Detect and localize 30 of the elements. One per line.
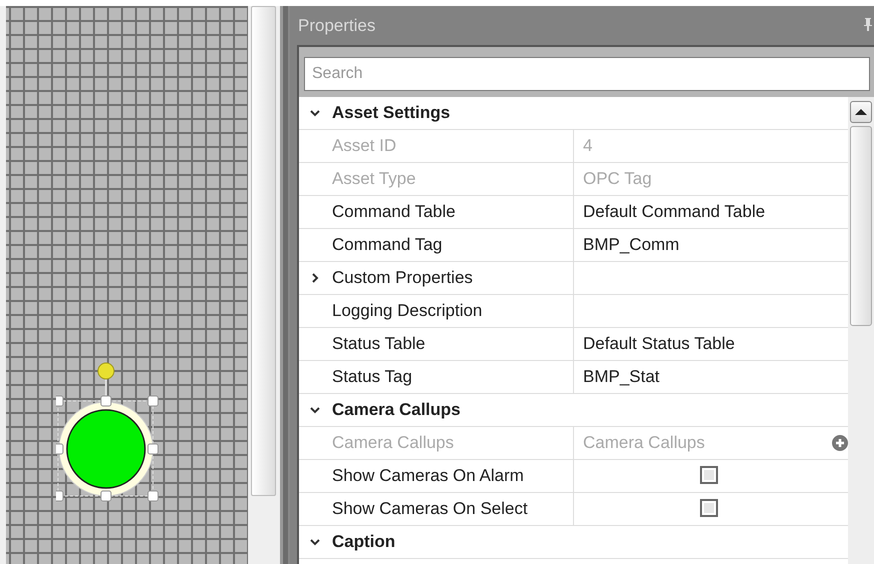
indicator-drawing[interactable]	[56, 362, 158, 502]
property-name: Command Table	[332, 202, 456, 222]
property-name: Logging Description	[332, 301, 482, 321]
category-header[interactable]: Asset Settings	[332, 103, 450, 123]
property-name: Asset ID	[332, 136, 396, 156]
property-name: Show Cameras On Select	[332, 499, 528, 519]
property-value[interactable]: Default Status Table	[583, 334, 735, 354]
property-value[interactable]: BMP_Comm	[583, 235, 680, 255]
pin-icon[interactable]	[864, 16, 872, 30]
panel-title: Properties	[298, 16, 376, 36]
search-field[interactable]: Search	[304, 57, 870, 91]
checkbox[interactable]	[700, 466, 718, 484]
property-name: Show Cameras On Alarm	[332, 466, 524, 486]
property-name: Command Tag	[332, 235, 442, 255]
scroll-up-button[interactable]	[850, 101, 872, 123]
scrollbar-thumb[interactable]	[850, 126, 872, 326]
add-icon[interactable]	[832, 435, 848, 451]
property-name: Status Table	[332, 334, 426, 354]
property-name: Asset Type	[332, 169, 416, 189]
property-value[interactable]: BMP_Stat	[583, 367, 660, 387]
property-value[interactable]: Default Command Table	[583, 202, 766, 222]
category-header[interactable]: Caption	[332, 532, 396, 552]
property-name: Camera Callups	[332, 433, 454, 453]
category-header[interactable]: Camera Callups	[332, 400, 460, 420]
checkbox[interactable]	[700, 499, 718, 517]
scrollbar-thumb[interactable]	[251, 6, 276, 496]
up-arrow-icon	[855, 108, 867, 116]
property-value: Camera Callups	[583, 433, 705, 453]
property-name: Custom Properties	[332, 268, 473, 288]
property-name: Status Tag	[332, 367, 412, 387]
